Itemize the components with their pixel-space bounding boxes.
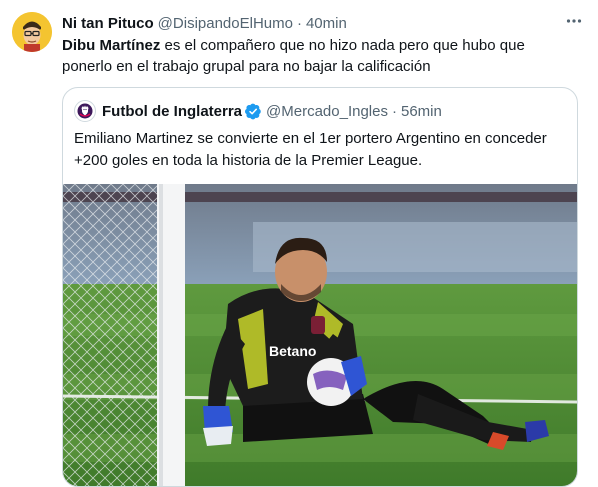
quoted-author-handle[interactable]: @Mercado_Ingles <box>266 103 388 120</box>
premier-league-lion-logo-icon <box>77 103 93 119</box>
verified-badge-icon <box>245 103 261 119</box>
separator-dot: · <box>296 14 302 32</box>
more-dots-icon <box>566 19 582 23</box>
quoted-tweet[interactable]: Futbol de Inglaterra @Mercado_Ingles · 5… <box>62 87 578 487</box>
quoted-tweet-photo[interactable]: Betano <box>63 184 577 486</box>
quoted-separator-dot: · <box>391 102 397 120</box>
quoted-tweet-text: Emiliano Martinez se convierte en el 1er… <box>74 130 547 169</box>
author-name[interactable]: Ni tan Pituco <box>62 15 154 32</box>
cartoon-face-avatar-icon <box>12 12 52 52</box>
quoted-tweet-header: Futbol de Inglaterra @Mercado_Ingles · 5… <box>74 100 442 122</box>
author-avatar[interactable] <box>12 12 52 52</box>
tweet[interactable]: Ni tan Pituco @DisipandoElHumo · 40min D… <box>0 0 598 487</box>
quoted-tweet-time[interactable]: 56min <box>401 103 442 120</box>
goalkeeper-photo: Betano <box>63 184 577 486</box>
tweet-header: Ni tan Pituco @DisipandoElHumo · 40min <box>62 13 586 33</box>
verified-badge <box>245 103 262 120</box>
author-handle[interactable]: @DisipandoElHumo <box>158 15 293 32</box>
shirt-sponsor-text: Betano <box>269 343 316 359</box>
tweet-text: Dibu Martínez es el compañero que no hiz… <box>62 35 572 77</box>
quoted-author-avatar[interactable] <box>74 100 96 122</box>
more-options-button[interactable] <box>562 9 586 33</box>
tweet-text-bold: Dibu Martínez <box>62 37 161 54</box>
tweet-time[interactable]: 40min <box>306 15 347 32</box>
quoted-author-name[interactable]: Futbol de Inglaterra <box>102 103 242 120</box>
